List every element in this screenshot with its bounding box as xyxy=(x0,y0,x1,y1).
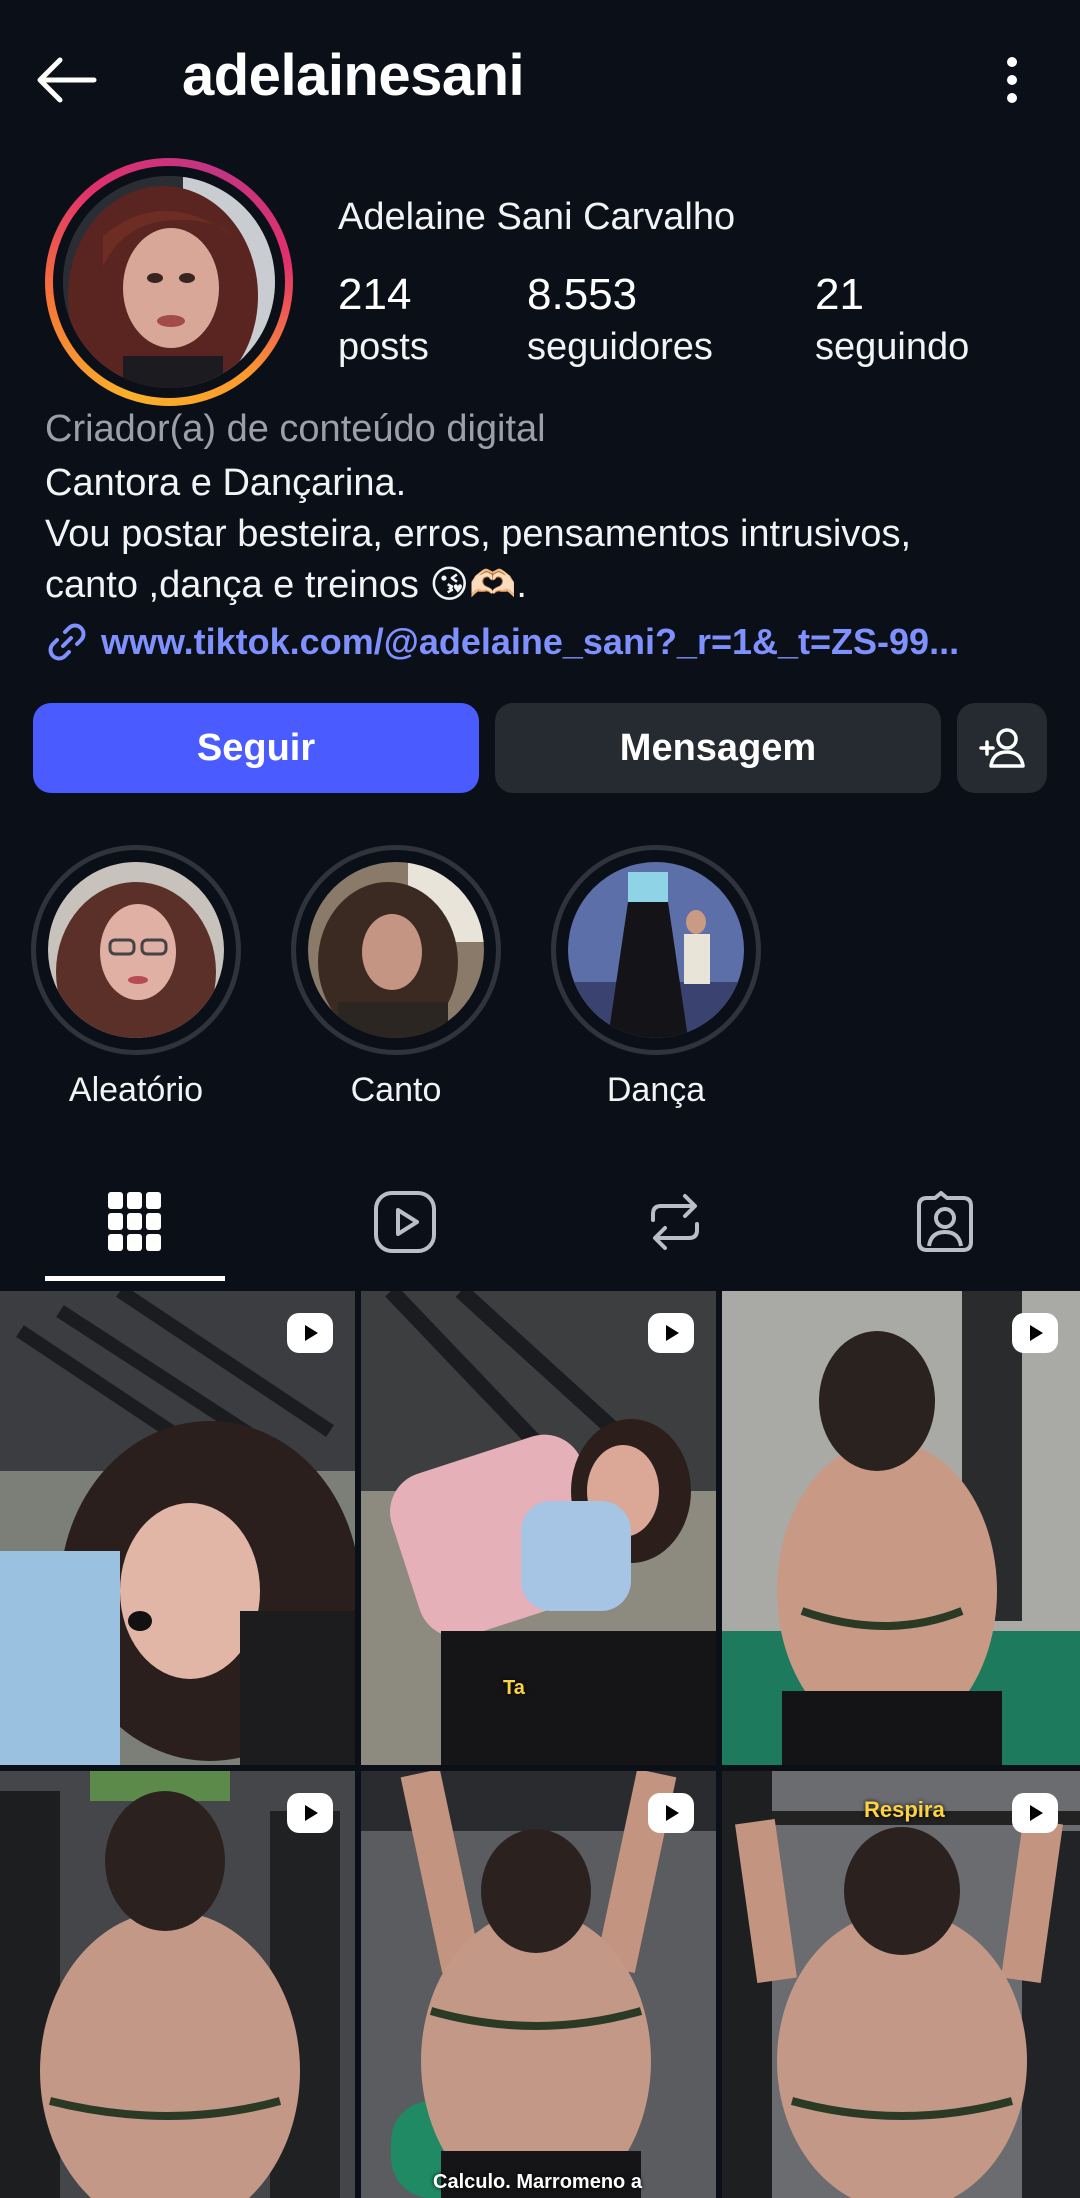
profile-avatar xyxy=(63,176,275,388)
grid-icon xyxy=(108,1192,161,1251)
post-thumbnail[interactable]: Calculo. Marromeno a xyxy=(361,1771,716,2198)
repost-icon xyxy=(651,1194,699,1250)
stat-value: 214 xyxy=(338,270,412,319)
profile-username: adelainesani xyxy=(182,43,525,108)
bio-line: canto ,dança e treinos 😘🫶🏻. xyxy=(45,564,527,606)
suggest-users-button[interactable] xyxy=(957,703,1047,793)
highlight-canto[interactable]: Canto xyxy=(291,845,501,1110)
highlight-cover xyxy=(568,862,744,1038)
post-thumbnail[interactable] xyxy=(722,1291,1080,1765)
post-thumbnail[interactable] xyxy=(0,1291,355,1765)
highlight-label: Dança xyxy=(606,1071,706,1109)
tab-tagged[interactable] xyxy=(810,1160,1080,1284)
link-text: www.tiktok.com/@adelaine_sani?_r=1&_t=ZS… xyxy=(101,621,960,662)
post-thumbnail[interactable]: Ta xyxy=(361,1291,716,1765)
reel-indicator-icon xyxy=(287,1793,333,1833)
story-ring[interactable] xyxy=(45,158,293,406)
profile-full-name: Adelaine Sani Carvalho xyxy=(338,196,736,238)
highlight-cover xyxy=(308,862,484,1038)
top-bar: adelainesani xyxy=(0,0,1080,160)
tab-reposts[interactable] xyxy=(540,1160,810,1284)
back-button[interactable] xyxy=(30,48,102,112)
highlight-danca[interactable]: Dança xyxy=(551,845,761,1110)
stat-label: seguindo xyxy=(815,326,970,368)
highlight-label: Aleatório xyxy=(68,1071,204,1109)
profile-category: Criador(a) de conteúdo digital xyxy=(45,408,546,450)
bio-line: Vou postar besteira, erros, pensamentos … xyxy=(45,513,912,555)
stat-label: posts xyxy=(338,326,429,368)
content-tabs xyxy=(0,1160,1080,1284)
reel-indicator-icon xyxy=(1012,1313,1058,1353)
tagged-icon xyxy=(917,1191,973,1252)
post-overlay-text: Respira xyxy=(864,1797,945,1822)
highlight-cover xyxy=(48,862,224,1038)
reels-icon xyxy=(374,1191,436,1253)
more-options-button[interactable] xyxy=(984,48,1040,112)
reel-indicator-icon xyxy=(287,1313,333,1353)
bio-line: Cantora e Dançarina. xyxy=(45,462,407,504)
arrow-left-icon xyxy=(37,57,97,103)
message-button[interactable]: Mensagem xyxy=(495,703,941,793)
tab-grid[interactable] xyxy=(0,1160,270,1284)
tab-reels[interactable] xyxy=(270,1160,540,1284)
reel-indicator-icon xyxy=(648,1793,694,1833)
post-overlay-text: Ta xyxy=(503,1677,525,1699)
stat-followers[interactable]: 8.553 seguidores xyxy=(527,268,713,372)
highlight-aleatorio[interactable]: Aleatório xyxy=(31,845,241,1110)
stat-posts[interactable]: 214 posts xyxy=(338,268,429,372)
reel-indicator-icon xyxy=(1012,1793,1058,1833)
profile-link[interactable]: www.tiktok.com/@adelaine_sani?_r=1&_t=ZS… xyxy=(45,620,959,664)
stat-following[interactable]: 21 seguindo xyxy=(815,268,969,372)
person-add-icon xyxy=(979,728,1025,768)
profile-bio: Cantora e Dançarina. Vou postar besteira… xyxy=(45,458,1045,611)
posts-grid: Ta Calculo. Marromeno a Respira xyxy=(0,1291,1080,2198)
post-overlay-text: Calculo. Marromeno a xyxy=(433,2171,642,2193)
stat-value: 21 xyxy=(815,270,864,319)
stat-label: seguidores xyxy=(527,326,713,368)
more-vertical-icon xyxy=(1007,57,1017,103)
reel-indicator-icon xyxy=(648,1313,694,1353)
profile-screen: adelainesani Adelaine Sani Carvalho 214 … xyxy=(0,0,1080,2198)
link-icon xyxy=(48,623,86,661)
highlight-label: Canto xyxy=(350,1071,442,1109)
active-tab-indicator xyxy=(45,1276,225,1281)
stat-value: 8.553 xyxy=(527,270,638,319)
follow-button[interactable]: Seguir xyxy=(33,703,479,793)
post-thumbnail[interactable]: Respira xyxy=(722,1771,1080,2198)
post-thumbnail[interactable] xyxy=(0,1771,355,2198)
